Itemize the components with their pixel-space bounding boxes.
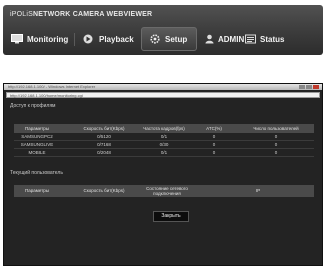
table-row: MOBILE 0/2048 0/1 0 0 xyxy=(14,149,314,157)
table-cell: SAMSUNGPC2 xyxy=(21,134,53,139)
minimize-icon[interactable] xyxy=(299,85,305,89)
table-cell: 0 xyxy=(212,134,216,139)
app-header: iPOLiSNETWORK CAMERA WEBVIEWER Monitorin… xyxy=(3,5,323,55)
gear-icon xyxy=(149,34,161,44)
product-name: NETWORK CAMERA WEBVIEWER xyxy=(33,11,153,18)
nav-playback-label: Playback xyxy=(99,34,134,44)
user-icon xyxy=(205,34,214,44)
nav-admin[interactable]: ADMIN xyxy=(205,31,244,47)
nav-setup-label: Setup xyxy=(165,34,188,44)
users-section-title: Текущий пользователь xyxy=(10,170,63,176)
table-cell: 0 xyxy=(274,150,278,155)
window-title: http://192.168.1.100/ - Windows Internet… xyxy=(8,84,96,89)
table-cell: 0 xyxy=(274,134,278,139)
table-row: SAMSUNGLIVE 0/7168 0/30 0 0 xyxy=(14,141,314,149)
table-cell: MOBILE xyxy=(28,150,46,155)
table-cell: 0 xyxy=(212,150,216,155)
address-bar[interactable]: http://192.168.1.100/home/monitoring.cgi xyxy=(6,92,320,98)
table-cell: 0/30 xyxy=(159,142,169,147)
nav-admin-label: ADMIN xyxy=(218,34,245,44)
users-col-parameters: Параметры xyxy=(25,188,49,193)
table-cell: 0/1 xyxy=(160,150,168,155)
nav-monitoring-label: Monitoring xyxy=(27,34,69,44)
status-popup-window: http://192.168.1.100/ - Windows Internet… xyxy=(3,83,323,266)
access-col-bitrate: Скорость бит(Kbps) xyxy=(83,126,125,131)
window-controls xyxy=(299,85,319,89)
window-titlebar: http://192.168.1.100/ - Windows Internet… xyxy=(4,84,322,90)
nav-divider xyxy=(74,33,75,46)
status-icon xyxy=(245,34,256,44)
close-button[interactable]: Закрыть xyxy=(153,211,189,222)
app-title: iPOLiSNETWORK CAMERA WEBVIEWER xyxy=(10,11,152,18)
table-row: SAMSUNGPC2 0/5120 0/1 0 0 xyxy=(14,133,314,141)
monitor-icon xyxy=(11,34,23,44)
table-cell: 0/1 xyxy=(160,134,168,139)
users-table-header: Параметры Скорость бит(Kbps) Состояние с… xyxy=(14,185,314,197)
access-col-users: Число пользователей xyxy=(253,126,299,131)
brand-name: iPOLiS xyxy=(10,11,33,18)
table-cell: 0 xyxy=(212,142,216,147)
access-section-title: Доступ к профилям xyxy=(10,103,56,109)
nav-setup[interactable]: Setup xyxy=(149,31,187,47)
play-icon xyxy=(83,34,95,44)
access-table-header: Параметры Скорость бит(Kbps) Частота кад… xyxy=(14,124,314,133)
access-col-atc: ATC(%) xyxy=(206,126,222,131)
close-icon[interactable] xyxy=(313,85,319,89)
maximize-icon[interactable] xyxy=(306,85,312,89)
access-col-parameters: Параметры xyxy=(25,126,49,131)
nav-monitoring[interactable]: Monitoring xyxy=(11,31,68,47)
table-cell: 0/5120 xyxy=(97,134,111,139)
users-col-connection: Состояние сетевого подключения xyxy=(146,186,188,196)
main-nav: Monitoring Playback Setup ADMIN Status xyxy=(3,24,323,55)
users-col-bitrate: Скорость бит(Kbps) xyxy=(83,188,125,193)
table-cell: SAMSUNGLIVE xyxy=(20,142,54,147)
table-cell: 0/7168 xyxy=(97,142,111,147)
nav-playback[interactable]: Playback xyxy=(83,31,134,47)
access-col-framerate: Частота кадров(fps) xyxy=(143,126,185,131)
table-cell: 0 xyxy=(274,142,278,147)
address-url: http://192.168.1.100/home/monitoring.cgi xyxy=(10,93,83,98)
table-cell: 0/2048 xyxy=(97,150,111,155)
nav-status[interactable]: Status xyxy=(245,31,284,47)
nav-status-label: Status xyxy=(260,34,285,44)
users-col-ip: IP xyxy=(255,188,261,193)
